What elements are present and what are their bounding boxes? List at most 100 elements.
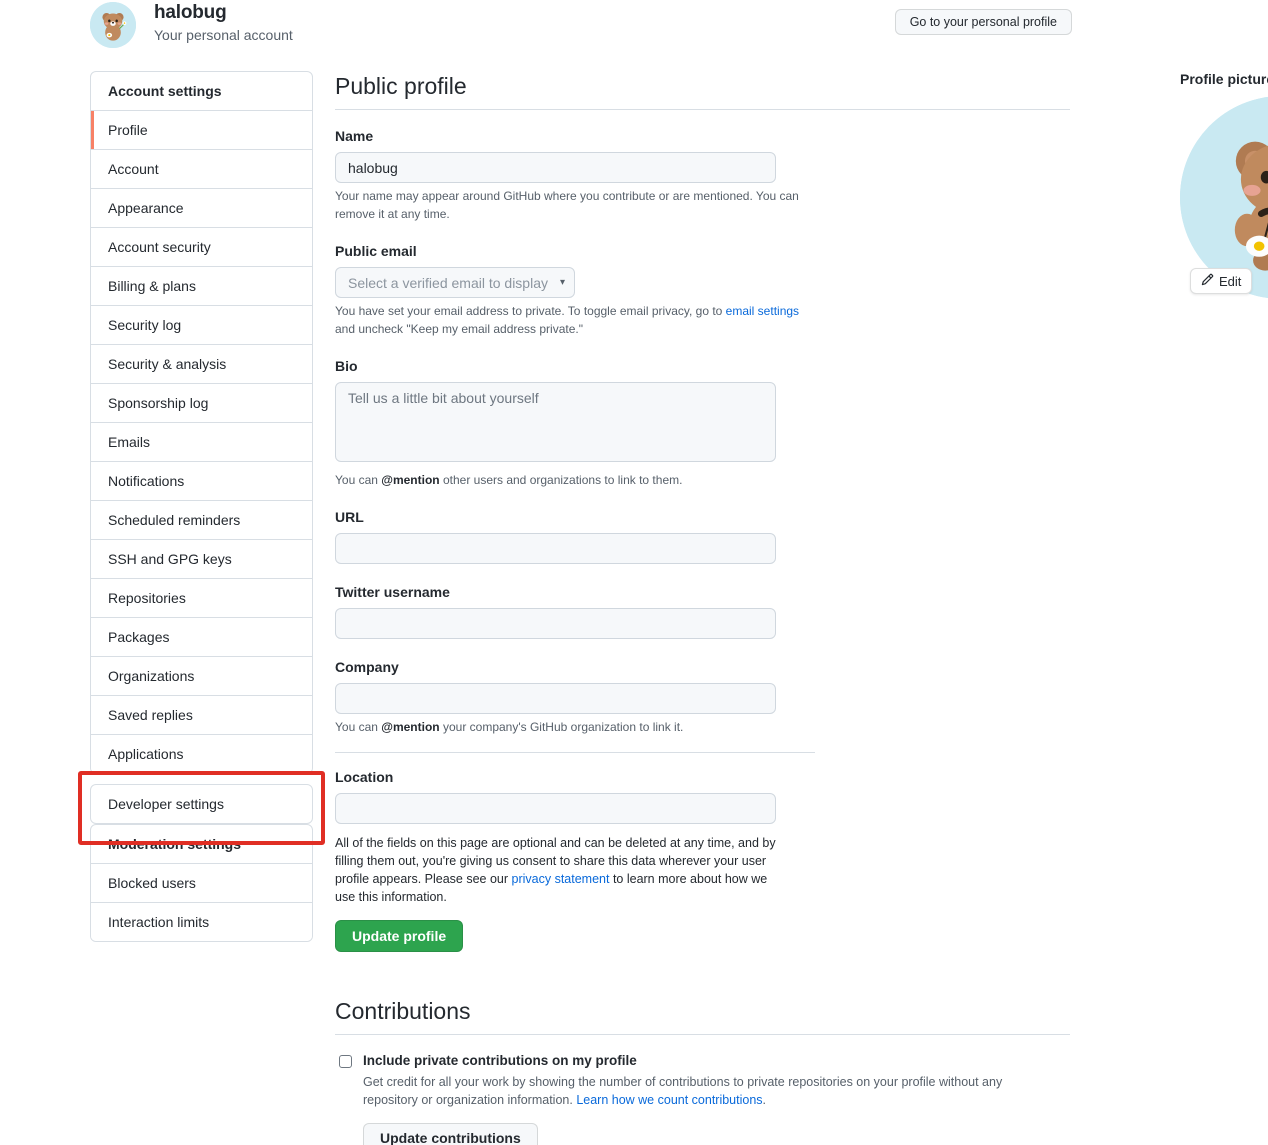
bio-hint: You can @mention other users and organiz…	[335, 471, 805, 489]
sidebar-item-label: Repositories	[108, 590, 186, 606]
bear-avatar	[90, 2, 136, 48]
edit-label: Edit	[1219, 273, 1242, 289]
public-email-hint-prefix: You have set your email address to priva…	[335, 304, 726, 318]
sidebar-item-account-security[interactable]: Account security	[91, 228, 312, 267]
account-header: halobug Your personal account Go to your…	[90, 0, 1075, 52]
sidebar-item-saved-replies[interactable]: Saved replies	[91, 696, 312, 735]
sidebar-item-label: Profile	[108, 122, 148, 138]
profile-picture-wrapper: Edit	[1180, 96, 1268, 299]
public-email-hint-suffix: and uncheck "Keep my email address priva…	[335, 322, 583, 336]
contributions-title: Contributions	[335, 996, 1070, 1035]
pencil-icon	[1201, 273, 1214, 289]
company-hint-prefix: You can	[335, 720, 382, 734]
legal-text: All of the fields on this page are optio…	[335, 834, 790, 906]
sidebar-item-repositories[interactable]: Repositories	[91, 579, 312, 618]
sidebar-item-label: Security log	[108, 317, 182, 333]
company-hint: You can @mention your company's GitHub o…	[335, 718, 805, 736]
sidebar-item-interaction-limits[interactable]: Interaction limits	[91, 903, 312, 941]
sidebar-item-label: Organizations	[108, 668, 195, 684]
name-label: Name	[335, 128, 374, 144]
sidebar-item-ssh-and-gpg-keys[interactable]: SSH and GPG keys	[91, 540, 312, 579]
sidebar-item-appearance[interactable]: Appearance	[91, 189, 312, 228]
bio-label: Bio	[335, 358, 358, 374]
sidebar-item-security-log[interactable]: Security log	[91, 306, 312, 345]
contributions-description: Get credit for all your work by showing …	[363, 1073, 1053, 1109]
edit-profile-picture-button[interactable]: Edit	[1190, 268, 1253, 294]
sidebar-item-blocked-users[interactable]: Blocked users	[91, 864, 312, 903]
sidebar-item-packages[interactable]: Packages	[91, 618, 312, 657]
twitter-username-label: Twitter username	[335, 584, 450, 600]
bio-hint-suffix: other users and organizations to link to…	[439, 473, 683, 487]
sidebar-item-label: Applications	[108, 746, 184, 762]
sidebar-item-organizations[interactable]: Organizations	[91, 657, 312, 696]
sidebar-item-billing-plans[interactable]: Billing & plans	[91, 267, 312, 306]
public-email-hint: You have set your email address to priva…	[335, 302, 805, 338]
sidebar-item-applications[interactable]: Applications	[91, 735, 312, 773]
public-profile-section: Public profile Name Your name may appear…	[335, 71, 1268, 952]
sidebar-item-label: Sponsorship log	[108, 395, 209, 411]
profile-picture-label: Profile picture	[1180, 71, 1268, 87]
bio-hint-prefix: You can	[335, 473, 382, 487]
update-contributions-button[interactable]: Update contributions	[363, 1123, 538, 1145]
sidebar-item-label: Security & analysis	[108, 356, 227, 372]
sidebar-item-security-analysis[interactable]: Security & analysis	[91, 345, 312, 384]
bio-hint-mention: @mention	[381, 473, 440, 487]
privacy-statement-link[interactable]: privacy statement	[512, 872, 610, 886]
sidebar-item-profile[interactable]: Profile	[91, 111, 312, 150]
sidebar-item-label: Scheduled reminders	[108, 512, 241, 528]
sidebar-item-developer-settings[interactable]: Developer settings	[90, 784, 313, 824]
update-profile-button[interactable]: Update profile	[335, 920, 464, 952]
profile-picture-section: Profile picture Edit	[1180, 71, 1268, 299]
page-title: Public profile	[335, 71, 1070, 110]
moderation-settings-heading: Moderation settings	[91, 825, 312, 864]
contributions-section: Contributions Include private contributi…	[335, 996, 1075, 1145]
sidebar-item-label: Blocked users	[108, 875, 196, 891]
sidebar-item-label: Appearance	[108, 200, 184, 216]
account-username: halobug	[154, 2, 227, 23]
email-settings-link[interactable]: email settings	[726, 304, 799, 318]
chevron-updown-icon: ▾	[559, 276, 565, 288]
sidebar-item-label: Account security	[108, 239, 211, 255]
company-hint-mention: @mention	[381, 720, 440, 734]
public-email-label: Public email	[335, 243, 417, 259]
include-private-contributions-checkbox[interactable]	[339, 1055, 352, 1068]
bio-textarea[interactable]	[335, 382, 776, 462]
public-email-select[interactable]: Select a verified email to display ▾	[335, 267, 575, 298]
sidebar-item-emails[interactable]: Emails	[91, 423, 312, 462]
sidebar-item-notifications[interactable]: Notifications	[91, 462, 312, 501]
sidebar-item-label: Emails	[108, 434, 151, 450]
settings-sidebar: Account settings Profile Account Appeara…	[78, 71, 325, 942]
sidebar-item-sponsorship-log[interactable]: Sponsorship log	[91, 384, 312, 423]
contributions-desc-suffix: .	[762, 1093, 767, 1107]
company-hint-suffix: your company's GitHub organization to li…	[439, 720, 684, 734]
sidebar-item-label: Billing & plans	[108, 278, 196, 294]
sidebar-item-label: Packages	[108, 629, 170, 645]
name-hint: Your name may appear around GitHub where…	[335, 189, 799, 221]
include-private-contributions-label: Include private contributions on my prof…	[363, 1053, 637, 1068]
location-label: Location	[335, 769, 394, 785]
developer-settings-wrapper: Developer settings	[78, 771, 325, 845]
include-private-contributions-row: Include private contributions on my prof…	[335, 1051, 1075, 1145]
go-to-personal-profile-button[interactable]: Go to your personal profile	[894, 9, 1072, 35]
public-email-selected-value: Select a verified email to display	[348, 274, 548, 291]
sidebar-item-label: Saved replies	[108, 707, 193, 723]
sidebar-item-label: Notifications	[108, 473, 185, 489]
sidebar-item-scheduled-reminders[interactable]: Scheduled reminders	[91, 501, 312, 540]
form-divider	[335, 752, 815, 753]
sidebar-item-label: Account	[108, 161, 159, 177]
url-label: URL	[335, 509, 364, 525]
sidebar-item-label: Interaction limits	[108, 914, 210, 930]
name-input[interactable]	[335, 152, 776, 183]
settings-page: halobug Your personal account Go to your…	[0, 0, 1268, 1145]
sidebar-item-account[interactable]: Account	[91, 150, 312, 189]
location-input[interactable]	[335, 793, 776, 824]
moderation-settings-group: Moderation settings Blocked users Intera…	[90, 824, 313, 942]
url-input[interactable]	[335, 533, 776, 564]
sidebar-item-label: SSH and GPG keys	[108, 551, 232, 567]
company-input[interactable]	[335, 683, 776, 714]
account-subtitle: Your personal account	[154, 27, 293, 43]
twitter-username-input[interactable]	[335, 608, 776, 639]
profile-form: Name Your name may appear around GitHub …	[335, 126, 815, 952]
account-settings-group: Account settings Profile Account Appeara…	[90, 71, 313, 774]
learn-how-we-count-contributions-link[interactable]: Learn how we count contributions	[576, 1093, 762, 1107]
